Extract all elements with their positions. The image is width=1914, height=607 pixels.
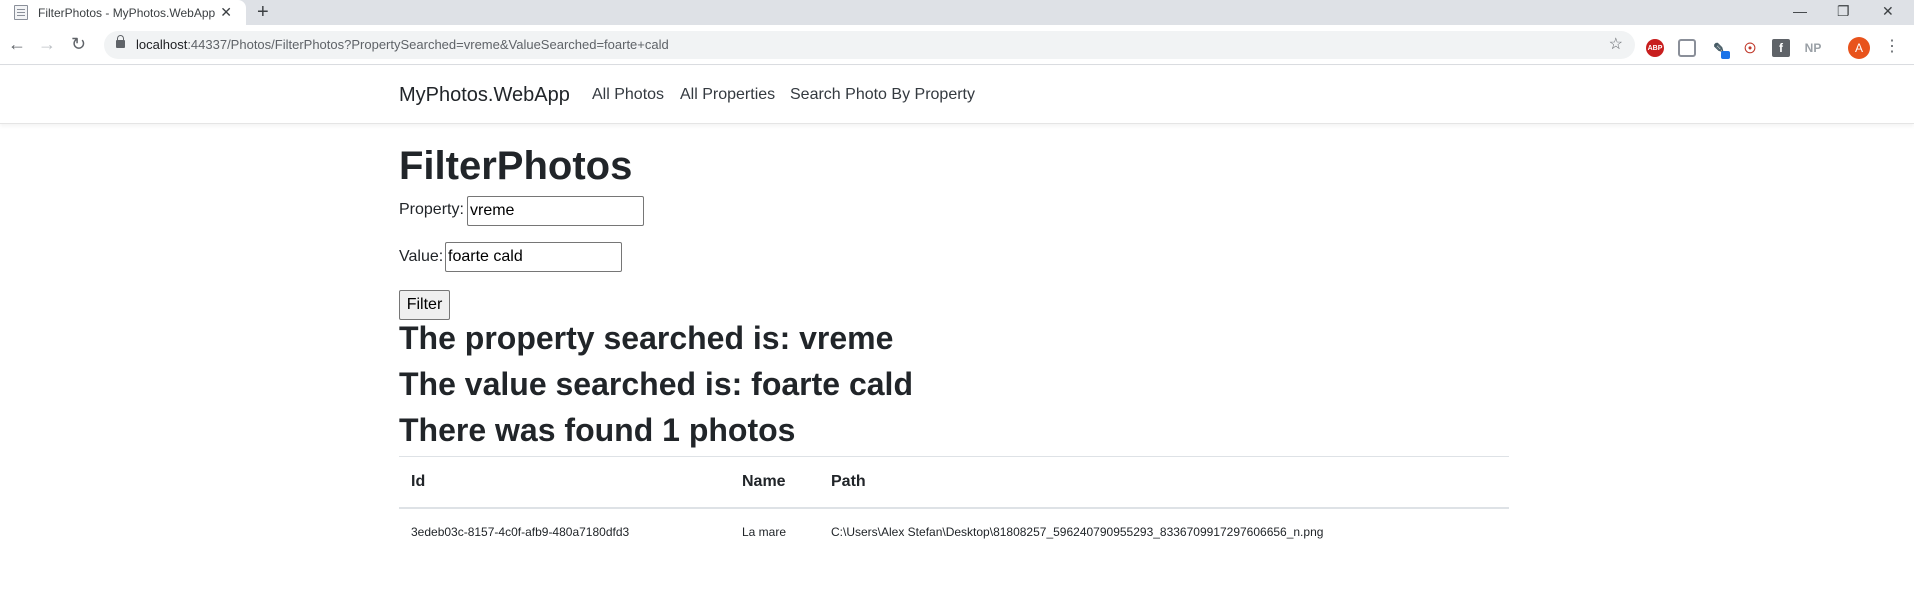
filter-button[interactable]: Filter	[399, 290, 450, 320]
photos-table: Id Name Path 3edeb03c-8157-4c0f-afb9-480…	[399, 456, 1509, 556]
forward-arrow-icon[interactable]: →	[38, 34, 56, 54]
value-searched-heading: The value searched is: foarte cald	[399, 366, 913, 402]
site-navbar: MyPhotos.WebApp All Photos All Propertie…	[0, 66, 1914, 124]
cell-id: 3edeb03c-8157-4c0f-afb9-480a7180dfd3	[411, 525, 630, 539]
page-icon	[14, 5, 28, 20]
tab-title: FilterPhotos - MyPhotos.WebApp	[38, 5, 216, 20]
np-extension-icon[interactable]: NP	[1804, 39, 1822, 57]
value-label: Value:	[399, 248, 444, 265]
cube-extension-icon[interactable]	[1678, 39, 1696, 57]
browser-tab[interactable]: FilterPhotos - MyPhotos.WebApp ✕	[0, 0, 246, 25]
reload-icon[interactable]: ↻	[71, 34, 86, 54]
profile-avatar[interactable]: A	[1848, 37, 1870, 59]
property-input[interactable]	[467, 196, 644, 226]
found-count-heading: There was found 1 photos	[399, 412, 796, 448]
browser-tab-bar: FilterPhotos - MyPhotos.WebApp ✕ + — ❐ ✕	[0, 0, 1914, 25]
table-header-row: Id Name Path	[399, 456, 1509, 509]
window-close-icon[interactable]: ✕	[1882, 2, 1894, 20]
bookmark-star-icon[interactable]: ☆	[1609, 34, 1623, 54]
brand-link[interactable]: MyPhotos.WebApp	[399, 84, 570, 107]
nav-search-photo-by-property[interactable]: Search Photo By Property	[790, 86, 975, 104]
page-title: FilterPhotos	[399, 144, 633, 188]
back-arrow-icon[interactable]: ←	[8, 34, 26, 54]
close-tab-icon[interactable]: ✕	[220, 4, 232, 20]
column-header-name: Name	[730, 456, 819, 509]
minimize-icon[interactable]: —	[1793, 2, 1807, 20]
url-text[interactable]: localhost:44337/Photos/FilterPhotos?Prop…	[136, 37, 669, 52]
column-header-path: Path	[819, 456, 1509, 509]
nav-all-photos[interactable]: All Photos	[592, 86, 664, 104]
browser-toolbar: ← → ↻ localhost:44337/Photos/FilterPhoto…	[0, 25, 1914, 65]
cell-path: C:\Users\Alex Stefan\Desktop\81808257_59…	[831, 525, 1324, 539]
browser-menu-icon[interactable]: ⋮	[1884, 36, 1900, 56]
column-header-id: Id	[399, 456, 730, 509]
adblock-extension-icon[interactable]: ABP	[1646, 39, 1664, 57]
nav-all-properties[interactable]: All Properties	[680, 86, 775, 104]
cell-name: La mare	[742, 525, 787, 539]
lock-icon	[116, 35, 125, 48]
property-label: Property:	[399, 201, 464, 218]
restore-icon[interactable]: ❐	[1837, 2, 1850, 20]
table-row: 3edeb03c-8157-4c0f-afb9-480a7180dfd3 La …	[399, 508, 1509, 556]
property-searched-heading: The property searched is: vreme	[399, 320, 894, 356]
tool-extension-icon[interactable]: ✎	[1710, 39, 1730, 59]
value-input[interactable]	[445, 242, 622, 272]
address-bar[interactable]: localhost:44337/Photos/FilterPhotos?Prop…	[104, 31, 1635, 59]
facebook-extension-icon[interactable]: f	[1772, 39, 1790, 57]
red-extension-icon[interactable]: ☉	[1741, 39, 1759, 57]
new-tab-button[interactable]: +	[257, 1, 269, 23]
